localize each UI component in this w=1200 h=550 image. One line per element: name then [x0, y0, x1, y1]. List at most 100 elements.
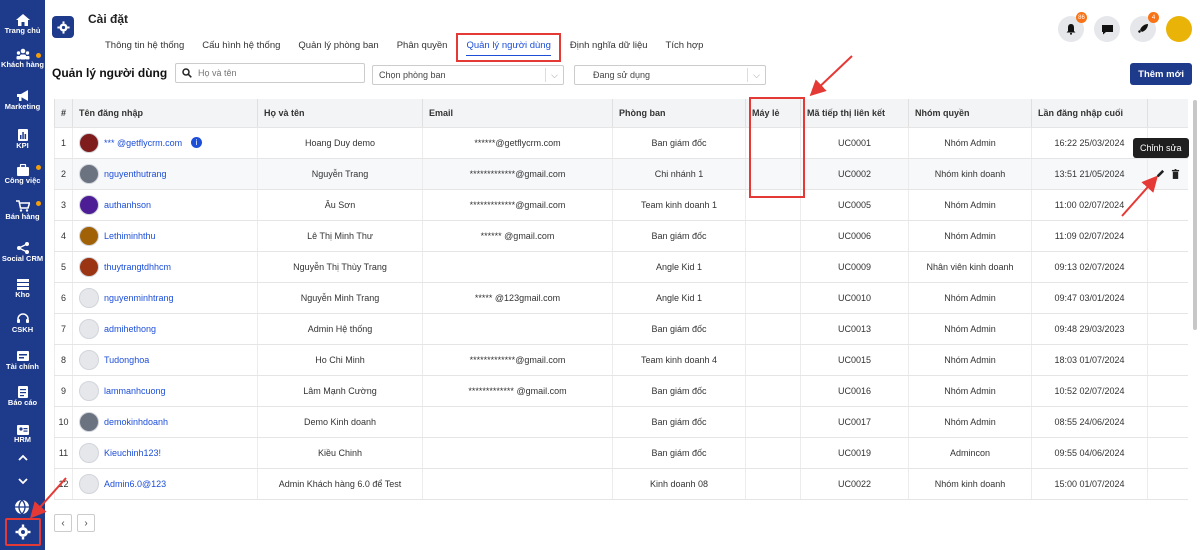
vertical-scrollbar[interactable]	[1193, 100, 1197, 330]
sidebar-item-cskh[interactable]: CSKH	[0, 313, 45, 334]
username-link[interactable]: *** @getflycrm.com	[104, 138, 182, 148]
sidebar-item-customers[interactable]: Khách hàng	[0, 48, 45, 69]
sidebar-item-kpi[interactable]: KPI	[0, 129, 45, 150]
tab-user-management[interactable]: Quản lý người dùng	[456, 33, 561, 62]
tab-integration[interactable]: Tích hợp	[657, 40, 713, 62]
column-header[interactable]: Họ và tên	[257, 99, 423, 128]
prev-page-button[interactable]: ‹	[54, 514, 72, 532]
username-link[interactable]: Kieuchinh123!	[104, 448, 161, 458]
column-header[interactable]: Lần đăng nhập cuối	[1031, 99, 1148, 128]
sidebar-item-marketing[interactable]: Marketing	[0, 90, 45, 111]
sidebar-collapse-up[interactable]	[0, 452, 45, 464]
username-cell[interactable]: nguyenthutrang	[72, 158, 258, 190]
username-link[interactable]: Tudonghoa	[104, 355, 149, 365]
sidebar-settings-button[interactable]	[5, 518, 41, 546]
table-row[interactable]: 10 demokinhdoanh Demo Kinh doanh Ban giám đ…	[54, 406, 1188, 438]
username-wrap[interactable]: authanhson	[79, 194, 257, 215]
username-cell[interactable]: lammanhcuong	[72, 375, 258, 407]
last-login-cell: 09:13 02/07/2024	[1031, 251, 1148, 283]
edit-icon[interactable]	[1156, 169, 1165, 178]
permission-group-cell: Nhân viên kinh doanh	[908, 251, 1032, 283]
username-wrap[interactable]: admihethong	[79, 318, 257, 339]
table-row[interactable]: 4 Lethiminhthu Lê Thị Minh Thư ****** @gmai…	[54, 220, 1188, 252]
username-link[interactable]: authanhson	[104, 200, 151, 210]
username-cell[interactable]: *** @getflycrm.com i	[72, 127, 258, 159]
table-row[interactable]: 12 Admin6.0@123 Admin Khách hàng 6.0 để Te…	[54, 468, 1188, 500]
chat-icon	[1101, 24, 1113, 34]
department-select[interactable]: Chọn phòng ban ⌵	[372, 65, 564, 85]
username-wrap[interactable]: *** @getflycrm.com i	[79, 132, 257, 153]
delete-icon[interactable]	[1171, 168, 1180, 179]
sidebar-item-label: Marketing	[4, 102, 41, 111]
username-wrap[interactable]: thuytrangtdhhcm	[79, 256, 257, 277]
username-link[interactable]: thuytrangtdhhcm	[104, 262, 171, 272]
username-wrap[interactable]: nguyenminhtrang	[79, 287, 257, 308]
add-user-button[interactable]: Thêm mới	[1130, 63, 1192, 85]
notification-dot	[36, 201, 41, 206]
table-row[interactable]: 5 thuytrangtdhhcm Nguyễn Thị Thùy Trang Ang…	[54, 251, 1188, 283]
tab-data-definition[interactable]: Định nghĩa dữ liệu	[561, 40, 657, 62]
table-row[interactable]: 6 nguyenminhtrang Nguyễn Minh Trang ***** @…	[54, 282, 1188, 314]
info-icon[interactable]: i	[191, 137, 203, 148]
table-row[interactable]: 11 Kieuchinh123! Kiều Chinh Ban giám đốc UC0…	[54, 437, 1188, 469]
email-cell: *************@gmail.com	[422, 189, 613, 221]
tab-departments[interactable]: Quản lý phòng ban	[289, 40, 387, 62]
table-row[interactable]: 1 *** @getflycrm.com i Hoang Duy demo ******…	[54, 127, 1188, 159]
username-link[interactable]: lammanhcuong	[104, 386, 166, 396]
username-link[interactable]: Lethiminhthu	[104, 231, 156, 241]
username-cell[interactable]: admihethong	[72, 313, 258, 345]
column-header[interactable]: Email	[422, 99, 613, 128]
username-cell[interactable]: thuytrangtdhhcm	[72, 251, 258, 283]
sidebar-expand-down[interactable]	[0, 475, 45, 487]
username-wrap[interactable]: demokinhdoanh	[79, 411, 257, 432]
column-header[interactable]: Mã tiếp thị liên kết	[800, 99, 909, 128]
username-wrap[interactable]: Lethiminhthu	[79, 225, 257, 246]
table-row[interactable]: 3 authanhson Âu Sơn *************@gmail.com…	[54, 189, 1188, 221]
username-cell[interactable]: authanhson	[72, 189, 258, 221]
username-cell[interactable]: nguyenminhtrang	[72, 282, 258, 314]
username-cell[interactable]: Kieuchinh123!	[72, 437, 258, 469]
sidebar-item-warehouse[interactable]: Kho	[0, 278, 45, 299]
tab-system-info[interactable]: Thông tin hệ thống	[96, 40, 193, 62]
table-row[interactable]: 7 admihethong Admin Hệ thống Ban giám đốc UC…	[54, 313, 1188, 345]
sidebar-item-hrm[interactable]: HRM	[0, 423, 45, 444]
rocket-button[interactable]: 4	[1130, 12, 1159, 42]
affiliate-code-cell: UC0010	[800, 282, 909, 314]
username-wrap[interactable]: Tudonghoa	[79, 349, 257, 370]
username-cell[interactable]: Tudonghoa	[72, 344, 258, 376]
sidebar-item-home[interactable]: Trang chủ	[0, 14, 45, 35]
status-select[interactable]: Đang sử dụng ⌵	[574, 65, 766, 85]
table-row[interactable]: 2 nguyenthutrang Nguyễn Trang *************…	[54, 158, 1188, 190]
username-cell[interactable]: demokinhdoanh	[72, 406, 258, 438]
messages-button[interactable]	[1094, 16, 1120, 42]
search-input[interactable]	[198, 68, 348, 78]
column-header[interactable]: Phòng ban	[612, 99, 746, 128]
table-row[interactable]: 8 Tudonghoa Ho Chi Minh *************@gmail…	[54, 344, 1188, 376]
username-wrap[interactable]: lammanhcuong	[79, 380, 257, 401]
username-cell[interactable]: Admin6.0@123	[72, 468, 258, 500]
username-link[interactable]: Admin6.0@123	[104, 479, 166, 489]
username-wrap[interactable]: Admin6.0@123	[79, 473, 257, 494]
sidebar-item-reports[interactable]: Báo cáo	[0, 386, 45, 407]
tab-permissions[interactable]: Phân quyền	[388, 40, 457, 62]
email-cell	[422, 251, 613, 283]
table-row[interactable]: 9 lammanhcuong Lâm Mạnh Cường *************…	[54, 375, 1188, 407]
user-avatar[interactable]	[1166, 16, 1192, 42]
username-wrap[interactable]: Kieuchinh123!	[79, 442, 257, 463]
next-page-button[interactable]: ›	[77, 514, 95, 532]
username-link[interactable]: nguyenminhtrang	[104, 293, 174, 303]
tab-system-config[interactable]: Cấu hình hệ thống	[193, 40, 289, 62]
username-link[interactable]: nguyenthutrang	[104, 169, 167, 179]
username-wrap[interactable]: nguyenthutrang	[79, 163, 257, 184]
column-header[interactable]: Nhóm quyền	[908, 99, 1032, 128]
sidebar-item-social-crm[interactable]: Social CRM	[0, 242, 45, 263]
sidebar-item-finance[interactable]: Tài chính	[0, 350, 45, 371]
username-cell[interactable]: Lethiminhthu	[72, 220, 258, 252]
username-link[interactable]: admihethong	[104, 324, 156, 334]
column-header[interactable]: Tên đăng nhập	[72, 99, 258, 128]
username-link[interactable]: demokinhdoanh	[104, 417, 168, 427]
globe-button[interactable]	[13, 498, 31, 519]
notifications-button[interactable]: 86	[1058, 12, 1087, 42]
affiliate-code-cell: UC0009	[800, 251, 909, 283]
sidebar: Trang chủ Khách hàng Marketing KPI Công …	[0, 0, 45, 550]
